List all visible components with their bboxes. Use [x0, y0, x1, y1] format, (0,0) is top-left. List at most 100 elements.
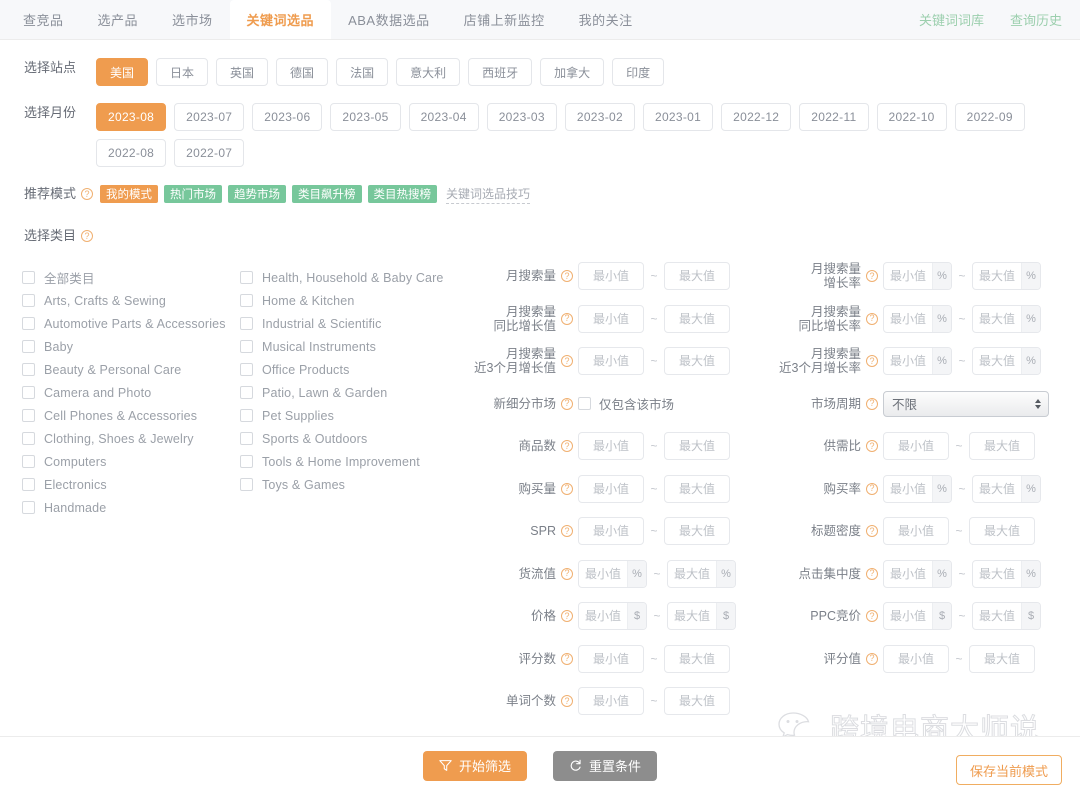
- mode-tag-2[interactable]: 趋势市场: [228, 185, 286, 203]
- checkbox-icon[interactable]: [240, 294, 253, 307]
- filter-max-input[interactable]: [665, 263, 729, 289]
- checkbox-icon[interactable]: [22, 432, 35, 445]
- site-option-0[interactable]: 美国: [96, 58, 148, 86]
- filter-max-input[interactable]: [665, 476, 729, 502]
- filter-max-input[interactable]: [665, 306, 729, 332]
- filter-min-input[interactable]: [579, 263, 643, 289]
- keyword-tips-link[interactable]: 关键词选品技巧: [446, 185, 530, 204]
- help-icon[interactable]: ?: [866, 610, 878, 622]
- filter-max-input[interactable]: [668, 561, 716, 587]
- nav-tab-6[interactable]: 我的关注: [562, 0, 650, 39]
- nav-tab-2[interactable]: 选市场: [155, 0, 230, 39]
- nav-link-1[interactable]: 查询历史: [1010, 10, 1062, 29]
- help-icon[interactable]: ?: [866, 313, 878, 325]
- category-item[interactable]: Health, Household & Baby Care: [240, 266, 458, 289]
- category-item[interactable]: 全部类目: [22, 266, 240, 289]
- month-option-2[interactable]: 2023-06: [252, 103, 322, 131]
- category-item[interactable]: Camera and Photo: [22, 381, 240, 404]
- checkbox-icon[interactable]: [240, 432, 253, 445]
- site-option-6[interactable]: 西班牙: [468, 58, 532, 86]
- category-item[interactable]: Tools & Home Improvement: [240, 450, 458, 473]
- include-market-checkbox[interactable]: 仅包含该市场: [578, 394, 674, 413]
- checkbox-icon[interactable]: [22, 294, 35, 307]
- month-option-0[interactable]: 2023-08: [96, 103, 166, 131]
- filter-max-input[interactable]: [970, 646, 1034, 672]
- help-icon[interactable]: ?: [866, 440, 878, 452]
- category-item[interactable]: Patio, Lawn & Garden: [240, 381, 458, 404]
- category-item[interactable]: Office Products: [240, 358, 458, 381]
- checkbox-icon[interactable]: [240, 455, 253, 468]
- help-icon[interactable]: ?: [561, 270, 573, 282]
- checkbox-icon[interactable]: [240, 363, 253, 376]
- filter-min-input[interactable]: [579, 433, 643, 459]
- category-item[interactable]: Handmade: [22, 496, 240, 519]
- site-option-8[interactable]: 印度: [612, 58, 664, 86]
- filter-max-input[interactable]: [665, 688, 729, 714]
- filter-max-input[interactable]: [665, 348, 729, 374]
- checkbox-icon[interactable]: [240, 340, 253, 353]
- month-option-9[interactable]: 2022-11: [799, 103, 868, 131]
- category-item[interactable]: Industrial & Scientific: [240, 312, 458, 335]
- filter-max-input[interactable]: [973, 476, 1021, 502]
- filter-min-input[interactable]: [884, 433, 948, 459]
- month-option-8[interactable]: 2022-12: [721, 103, 791, 131]
- filter-min-input[interactable]: [579, 603, 627, 629]
- checkbox-icon[interactable]: [22, 409, 35, 422]
- site-option-7[interactable]: 加拿大: [540, 58, 604, 86]
- help-icon[interactable]: ?: [81, 188, 93, 200]
- month-option-11[interactable]: 2022-09: [955, 103, 1025, 131]
- month-option-7[interactable]: 2023-01: [643, 103, 713, 131]
- site-option-3[interactable]: 德国: [276, 58, 328, 86]
- checkbox-icon[interactable]: [22, 271, 35, 284]
- site-option-2[interactable]: 英国: [216, 58, 268, 86]
- month-option-6[interactable]: 2023-02: [565, 103, 635, 131]
- nav-tab-1[interactable]: 选产品: [81, 0, 156, 39]
- help-icon[interactable]: ?: [866, 653, 878, 665]
- filter-min-input[interactable]: [579, 646, 643, 672]
- category-item[interactable]: Electronics: [22, 473, 240, 496]
- checkbox-icon[interactable]: [22, 386, 35, 399]
- checkbox-icon[interactable]: [22, 340, 35, 353]
- nav-tab-0[interactable]: 查竞品: [6, 0, 81, 39]
- help-icon[interactable]: ?: [866, 398, 878, 410]
- nav-tab-4[interactable]: ABA数据选品: [331, 0, 447, 39]
- nav-link-0[interactable]: 关键词词库: [919, 10, 984, 29]
- help-icon[interactable]: ?: [561, 313, 573, 325]
- nav-tab-5[interactable]: 店铺上新监控: [447, 0, 562, 39]
- filter-min-input[interactable]: [579, 518, 643, 544]
- checkbox-icon[interactable]: [22, 455, 35, 468]
- month-option-13[interactable]: 2022-07: [174, 139, 244, 167]
- mode-tag-1[interactable]: 热门市场: [164, 185, 222, 203]
- help-icon[interactable]: ?: [561, 695, 573, 707]
- month-option-4[interactable]: 2023-04: [409, 103, 479, 131]
- mode-tag-3[interactable]: 类目飙升榜: [292, 185, 362, 203]
- help-icon[interactable]: ?: [561, 483, 573, 495]
- filter-min-input[interactable]: [579, 688, 643, 714]
- filter-max-input[interactable]: [970, 518, 1034, 544]
- category-item[interactable]: Automotive Parts & Accessories: [22, 312, 240, 335]
- checkbox-icon[interactable]: [240, 386, 253, 399]
- month-option-5[interactable]: 2023-03: [487, 103, 557, 131]
- reset-conditions-button[interactable]: 重置条件: [553, 751, 657, 781]
- filter-max-input[interactable]: [973, 561, 1021, 587]
- checkbox-icon[interactable]: [22, 317, 35, 330]
- market-cycle-select[interactable]: 不限: [883, 391, 1049, 417]
- site-option-4[interactable]: 法国: [336, 58, 388, 86]
- checkbox-icon[interactable]: [240, 317, 253, 330]
- filter-max-input[interactable]: [668, 603, 716, 629]
- checkbox-icon[interactable]: [22, 501, 35, 514]
- month-option-1[interactable]: 2023-07: [174, 103, 244, 131]
- filter-min-input[interactable]: [884, 348, 932, 374]
- filter-min-input[interactable]: [884, 476, 932, 502]
- filter-min-input[interactable]: [884, 603, 932, 629]
- filter-min-input[interactable]: [579, 561, 627, 587]
- save-current-mode-button[interactable]: 保存当前模式: [956, 755, 1062, 785]
- category-item[interactable]: Arts, Crafts & Sewing: [22, 289, 240, 312]
- site-option-5[interactable]: 意大利: [396, 58, 460, 86]
- category-item[interactable]: Pet Supplies: [240, 404, 458, 427]
- mode-tag-0[interactable]: 我的模式: [100, 185, 158, 203]
- filter-max-input[interactable]: [970, 433, 1034, 459]
- start-filter-button[interactable]: 开始筛选: [423, 751, 527, 781]
- category-item[interactable]: Home & Kitchen: [240, 289, 458, 312]
- category-item[interactable]: Musical Instruments: [240, 335, 458, 358]
